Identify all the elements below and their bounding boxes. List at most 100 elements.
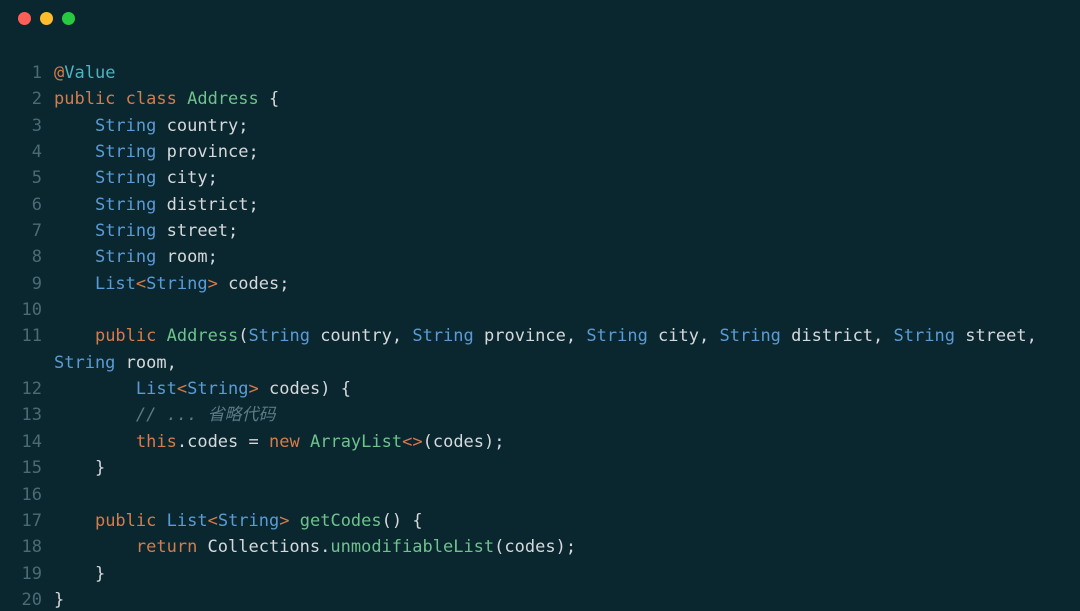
line-number: 19 [20,561,54,587]
token-punct: } [95,458,105,478]
code-content[interactable]: } [54,587,1060,611]
token-ident [54,564,95,584]
token-ident: district [781,326,873,346]
token-punct: ; [238,116,248,136]
token-ident: country [310,326,392,346]
token-ident [290,511,300,531]
code-line[interactable]: 5 String city; [20,165,1060,191]
code-line[interactable]: 9 List<String> codes; [20,271,1060,297]
code-content[interactable]: String province; [54,139,1060,165]
code-line[interactable]: 17 public List<String> getCodes() { [20,508,1060,534]
code-line[interactable]: 14 this.codes = new ArrayList<>(codes); [20,429,1060,455]
code-line[interactable]: 10 [20,297,1060,323]
code-content[interactable]: } [54,455,1060,481]
code-line[interactable]: 3 String country; [20,113,1060,139]
code-line[interactable]: 6 String district; [20,192,1060,218]
code-content[interactable]: List<String> codes) { [54,376,1060,402]
code-line[interactable]: 7 String street; [20,218,1060,244]
line-number: 2 [20,86,54,112]
code-line[interactable]: 19 } [20,561,1060,587]
token-class: ArrayList [310,432,402,452]
code-content[interactable]: String street; [54,218,1060,244]
code-content[interactable]: String district; [54,192,1060,218]
line-number: 16 [20,482,54,508]
code-line[interactable]: 2public class Address { [20,86,1060,112]
token-ident [177,89,187,109]
token-class: Address [167,326,239,346]
token-ident [330,379,340,399]
token-angle: > [208,274,218,294]
code-line[interactable]: 11 public Address(String country, String… [20,323,1060,376]
code-line[interactable]: 12 List<String> codes) { [20,376,1060,402]
token-punct: { [412,511,422,531]
token-ident [54,247,95,267]
line-number: 10 [20,297,54,323]
token-ident: province [474,326,566,346]
token-ident [54,274,95,294]
code-editor[interactable]: 1@Value2public class Address {3 String c… [0,36,1080,611]
token-type: List [167,511,208,531]
code-content[interactable] [54,297,1060,323]
line-number: 5 [20,165,54,191]
token-ident [54,511,95,531]
token-type: List [95,274,136,294]
token-type: String [95,168,156,188]
line-number: 11 [20,323,54,376]
code-content[interactable]: } [54,561,1060,587]
code-content[interactable]: this.codes = new ArrayList<>(codes); [54,429,1060,455]
token-ident [259,89,269,109]
code-line[interactable]: 20} [20,587,1060,611]
token-angle: < [177,379,187,399]
code-line[interactable]: 8 String room; [20,244,1060,270]
code-content[interactable]: return Collections.unmodifiableList(code… [54,534,1060,560]
token-ident [259,432,269,452]
code-content[interactable]: public class Address { [54,86,1060,112]
code-content[interactable]: String room; [54,244,1060,270]
token-punct: ) [556,537,566,557]
token-keyword: public [95,511,156,531]
token-punct: ) [392,511,402,531]
code-line[interactable]: 15 } [20,455,1060,481]
code-content[interactable]: List<String> codes; [54,271,1060,297]
code-content[interactable]: @Value [54,60,1060,86]
close-icon[interactable] [18,12,31,25]
code-line[interactable]: 18 return Collections.unmodifiableList(c… [20,534,1060,560]
token-dot: . [320,537,330,557]
token-punct: , [566,326,576,346]
token-ident [156,511,166,531]
code-line[interactable]: 4 String province; [20,139,1060,165]
token-ident: city [156,168,207,188]
token-ident [54,168,95,188]
token-keyword: public [54,89,115,109]
code-line[interactable]: 16 [20,482,1060,508]
token-keyword: class [126,89,177,109]
code-content[interactable]: String city; [54,165,1060,191]
token-punct: ; [566,537,576,557]
code-content[interactable]: public List<String> getCodes() { [54,508,1060,534]
token-punct: } [54,590,64,610]
code-content[interactable]: String country; [54,113,1060,139]
token-ident: codes [259,379,320,399]
token-ident: room [156,247,207,267]
code-line[interactable]: 13 // ... 省略代码 [20,402,1060,428]
code-content[interactable]: // ... 省略代码 [54,402,1060,428]
line-number: 3 [20,113,54,139]
token-type: String [95,195,156,215]
maximize-icon[interactable] [62,12,75,25]
line-number: 17 [20,508,54,534]
code-line[interactable]: 1@Value [20,60,1060,86]
token-punct: { [341,379,351,399]
minimize-icon[interactable] [40,12,53,25]
line-number: 4 [20,139,54,165]
token-ident [54,142,95,162]
code-content[interactable] [54,482,1060,508]
token-ident: province [156,142,248,162]
token-new: new [269,432,300,452]
code-content[interactable]: public Address(String country, String pr… [54,323,1060,376]
token-punct: } [95,564,105,584]
token-punct: ; [208,247,218,267]
token-punct: , [392,326,402,346]
token-punct: , [873,326,883,346]
token-ident [54,221,95,241]
token-ident: district [156,195,248,215]
